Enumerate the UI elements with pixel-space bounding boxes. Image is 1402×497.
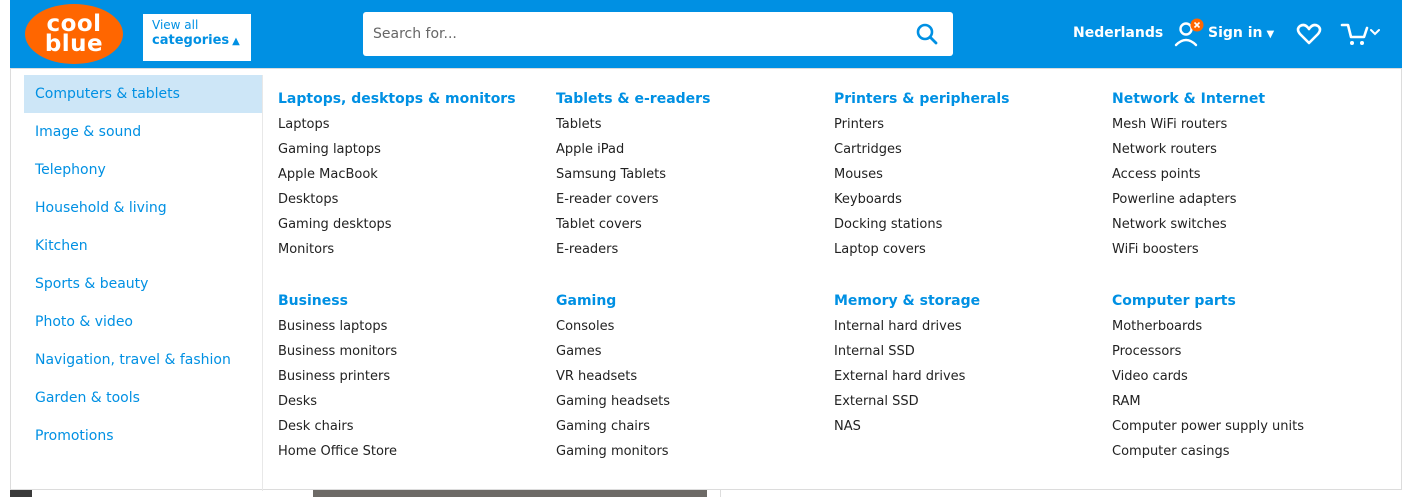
search-icon[interactable] [915,22,939,46]
category-link[interactable]: Tablets [556,112,826,137]
category-link[interactable]: Home Office Store [278,439,548,464]
chevron-down-icon: ▼ [1266,29,1275,40]
category-link[interactable]: Desk chairs [278,414,548,439]
sidebar-item-image-sound[interactable]: Image & sound [24,113,262,151]
group-heading[interactable]: Laptops, desktops & monitors [278,86,548,112]
sidebar-item-photo-video[interactable]: Photo & video [24,303,262,341]
page: cool blue View all categories▲ Nederland… [0,0,1402,497]
category-link[interactable]: Business printers [278,364,548,389]
category-link[interactable]: Mouses [834,162,1104,187]
group-heading[interactable]: Network & Internet [1112,86,1382,112]
sidebar-item-garden-tools[interactable]: Garden & tools [24,379,262,417]
sign-in-button[interactable]: Sign in ▼ [1208,25,1274,41]
sidebar-item-promotions[interactable]: Promotions [24,417,262,455]
category-link[interactable]: Powerline adapters [1112,187,1382,212]
search-bar [363,12,953,56]
category-link[interactable]: Desktops [278,187,548,212]
category-link[interactable]: Docking stations [834,212,1104,237]
background-photo [313,490,707,497]
category-link[interactable]: NAS [834,414,1104,439]
category-group: Printers & peripherals Printers Cartridg… [834,86,1104,262]
categories-button-label: categories [152,33,230,48]
category-link[interactable]: Desks [278,389,548,414]
category-link[interactable]: RAM [1112,389,1382,414]
sidebar-item-telephony[interactable]: Telephony [24,151,262,189]
category-link[interactable]: Printers [834,112,1104,137]
category-link[interactable]: Consoles [556,314,826,339]
category-link[interactable]: Video cards [1112,364,1382,389]
category-link[interactable]: Laptop covers [834,237,1104,262]
category-link[interactable]: Computer power supply units [1112,414,1382,439]
category-link[interactable]: Access points [1112,162,1382,187]
category-link[interactable]: Network switches [1112,212,1382,237]
category-link[interactable]: Gaming chairs [556,414,826,439]
category-link[interactable]: Monitors [278,237,548,262]
category-link[interactable]: Network routers [1112,137,1382,162]
heart-icon[interactable] [1295,20,1323,48]
group-heading[interactable]: Printers & peripherals [834,86,1104,112]
category-link[interactable]: Business laptops [278,314,548,339]
category-link[interactable]: Gaming desktops [278,212,548,237]
category-link[interactable]: External SSD [834,389,1104,414]
sidebar-item-household-living[interactable]: Household & living [24,189,262,227]
divider [720,490,721,497]
language-link[interactable]: Nederlands [1073,25,1163,41]
category-link[interactable]: Gaming laptops [278,137,548,162]
logo-line-2: blue [44,31,104,57]
category-link[interactable]: Motherboards [1112,314,1382,339]
category-link[interactable]: Mesh WiFi routers [1112,112,1382,137]
sidebar-item-sports-beauty[interactable]: Sports & beauty [24,265,262,303]
sidebar-item-computers-tablets[interactable]: Computers & tablets [24,75,262,113]
chevron-up-icon: ▲ [232,36,240,47]
category-group: Network & Internet Mesh WiFi routers Net… [1112,86,1382,262]
category-link[interactable]: Business monitors [278,339,548,364]
category-link[interactable]: External hard drives [834,364,1104,389]
category-sidebar: Computers & tablets Image & sound Teleph… [24,75,263,491]
categories-button-line-1: View all [152,18,199,32]
sidebar-item-navigation-travel-fashion[interactable]: Navigation, travel & fashion [24,341,262,379]
group-heading[interactable]: Business [278,288,548,314]
group-heading[interactable]: Computer parts [1112,288,1382,314]
category-link[interactable]: Internal hard drives [834,314,1104,339]
group-heading[interactable]: Tablets & e-readers [556,86,826,112]
category-link[interactable]: Processors [1112,339,1382,364]
category-group: Laptops, desktops & monitors Laptops Gam… [278,86,548,262]
category-group: Gaming Consoles Games VR headsets Gaming… [556,288,826,464]
user-icon[interactable] [1173,17,1207,51]
group-heading[interactable]: Memory & storage [834,288,1104,314]
category-link[interactable]: Games [556,339,826,364]
category-group: Tablets & e-readers Tablets Apple iPad S… [556,86,826,262]
coolblue-logo[interactable]: cool blue [25,4,123,64]
category-link[interactable]: Apple iPad [556,137,826,162]
category-link[interactable]: Laptops [278,112,548,137]
view-all-categories-button[interactable]: View all categories ▲ [143,14,251,61]
header-bar: cool blue View all categories▲ Nederland… [10,0,1402,68]
category-link[interactable]: Gaming monitors [556,439,826,464]
sign-in-label: Sign in [1208,25,1263,41]
category-group: Memory & storage Internal hard drives In… [834,288,1104,439]
category-link[interactable]: Tablet covers [556,212,826,237]
background-image-edge [10,490,32,497]
category-link[interactable]: VR headsets [556,364,826,389]
search-input[interactable] [373,12,893,56]
cart-icon[interactable] [1340,20,1380,48]
category-link[interactable]: E-readers [556,237,826,262]
categories-button-line-2: categories ▲ [152,32,251,50]
category-link[interactable]: WiFi boosters [1112,237,1382,262]
category-link[interactable]: Apple MacBook [278,162,548,187]
sidebar-item-kitchen[interactable]: Kitchen [24,227,262,265]
categories-dropdown: Computers & tablets Image & sound Teleph… [10,68,1402,491]
category-link[interactable]: Computer casings [1112,439,1382,464]
group-heading[interactable]: Gaming [556,288,826,314]
category-link[interactable]: Cartridges [834,137,1104,162]
category-link[interactable]: Samsung Tablets [556,162,826,187]
category-link[interactable]: E-reader covers [556,187,826,212]
category-link[interactable]: Internal SSD [834,339,1104,364]
category-link[interactable]: Keyboards [834,187,1104,212]
category-group: Computer parts Motherboards Processors V… [1112,288,1382,464]
category-group: Business Business laptops Business monit… [278,288,548,464]
category-link[interactable]: Gaming headsets [556,389,826,414]
